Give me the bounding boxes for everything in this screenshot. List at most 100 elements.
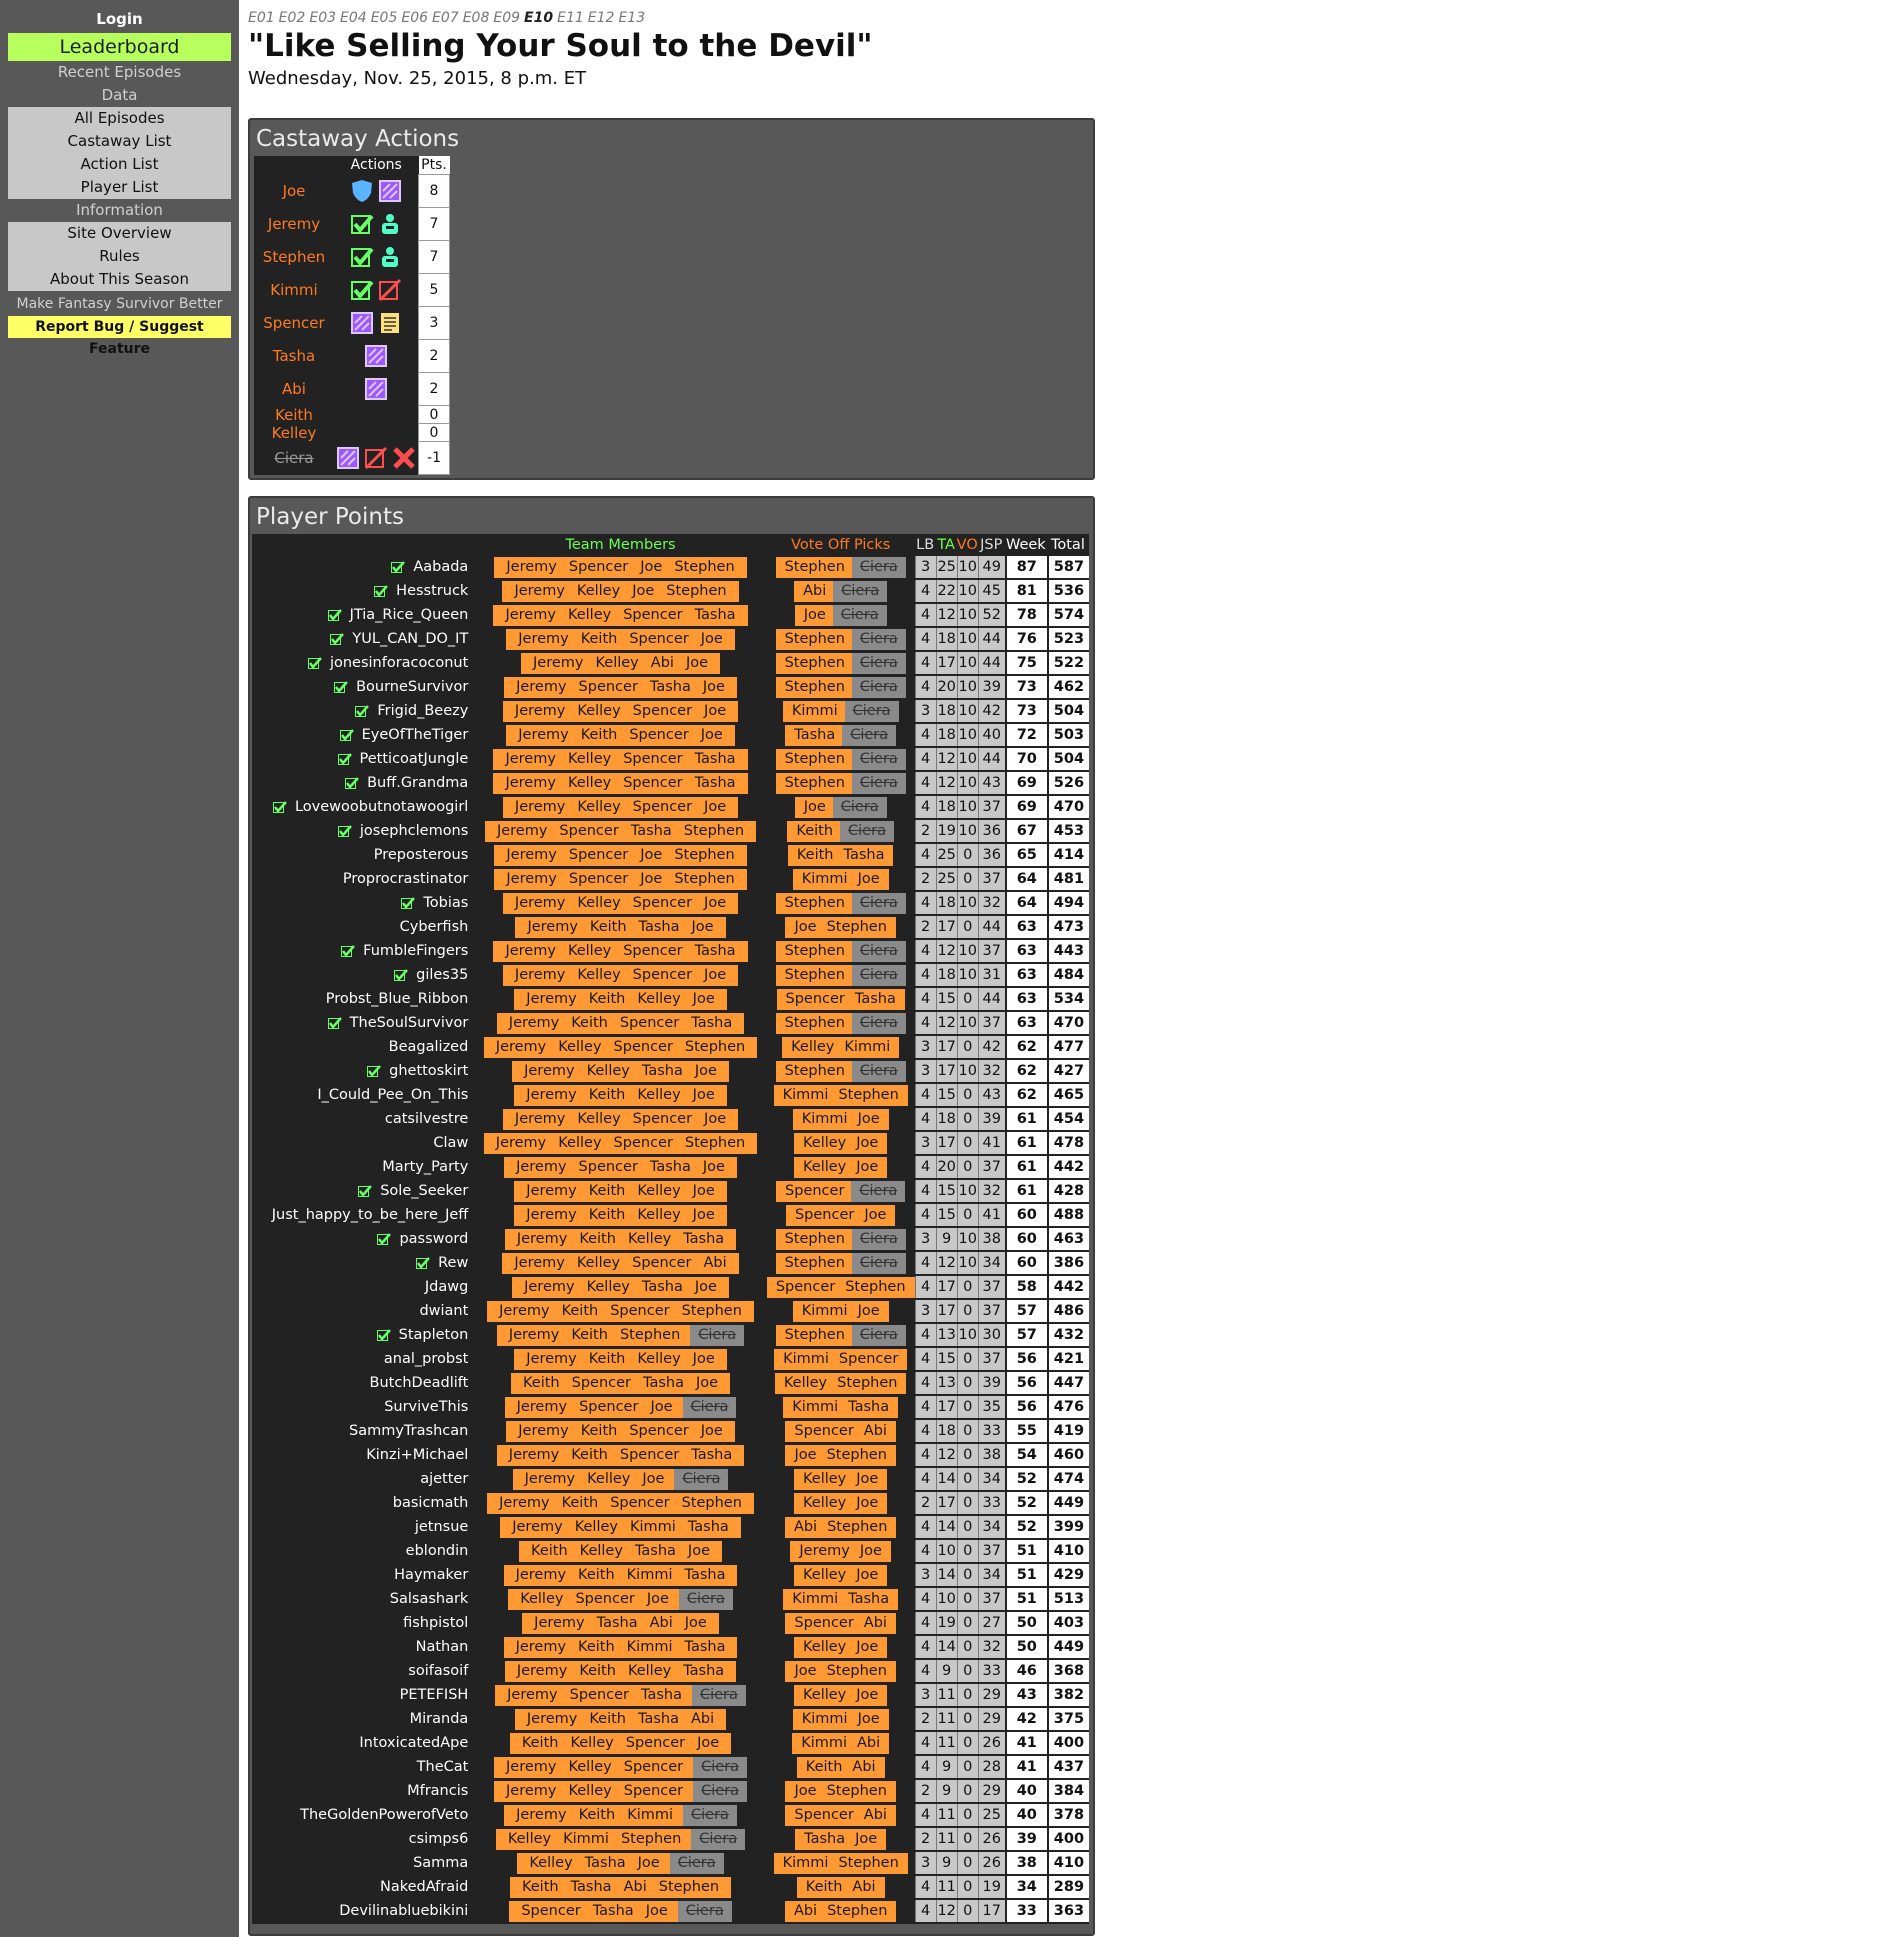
vote-off-pick[interactable]: Ciera [851,892,906,914]
player-name[interactable]: jetnsue [415,1519,469,1535]
team-member[interactable]: Kelley [587,1063,630,1079]
player-name[interactable]: Samma [413,1855,468,1871]
team-member[interactable]: Jeremy [534,1615,584,1631]
team-member[interactable]: Spencer [620,1015,679,1031]
team-member[interactable]: Tasha [683,1663,724,1679]
team-member[interactable]: Kelley [570,1735,613,1751]
player-name[interactable]: ButchDeadlift [370,1375,469,1391]
player-name[interactable]: Proprocrastinator [343,871,468,887]
castaway-name[interactable]: Tasha [254,340,334,373]
vote-off-pick[interactable]: Stephen [785,1063,845,1079]
vote-off-pick[interactable]: Abi [794,1519,817,1535]
team-member[interactable]: Spencer [559,823,618,839]
vote-off-pick[interactable]: Ciera [851,1228,906,1250]
vote-off-pick[interactable]: Tasha [794,727,835,743]
vote-off-pick[interactable]: Stephen [837,1375,897,1391]
episode-link[interactable]: E07 [432,10,459,26]
vote-off-pick[interactable]: Jeremy [799,1543,849,1559]
team-member[interactable]: Tasha [688,1519,729,1535]
team-member[interactable]: Spencer [626,1735,685,1751]
vote-off-pick[interactable]: Abi [864,1807,887,1823]
team-member[interactable]: Kelley [568,607,611,623]
team-member[interactable]: Spencer [614,1135,673,1151]
team-member[interactable]: Jeremy [515,1111,565,1127]
team-member[interactable]: Tasha [695,775,736,791]
team-member[interactable]: Joe [647,1591,669,1607]
vote-off-pick[interactable]: Ciera [851,1180,906,1202]
vote-off-pick[interactable]: Tasha [855,991,896,1007]
episode-link[interactable]: E04 [340,10,367,26]
vote-off-pick[interactable]: Stephen [838,1855,898,1871]
vote-off-pick[interactable]: Joe [856,1159,878,1175]
team-member[interactable]: Keith [589,1351,626,1367]
team-member[interactable]: Keith [578,1567,615,1583]
episode-link[interactable]: E11 [557,10,584,26]
team-member[interactable]: Jeremy [526,1351,576,1367]
vote-off-pick[interactable]: Kimmi [783,1087,829,1103]
castaway-list-link[interactable]: Castaway List [8,130,231,153]
vote-off-pick[interactable]: Kimmi [801,1735,847,1751]
team-member[interactable]: Joe [704,1111,726,1127]
player-name[interactable]: Frigid_Beezy [377,703,468,719]
player-name[interactable]: Aabada [413,559,468,575]
team-member[interactable]: Keith [590,919,627,935]
player-name[interactable]: jonesinforacoconut [330,655,468,671]
episode-link[interactable]: E01 [248,10,275,26]
team-member[interactable]: Joe [646,1903,668,1919]
team-member[interactable]: Jeremy [526,1087,576,1103]
vote-off-pick[interactable]: Kimmi [802,1711,848,1727]
recent-episodes-link[interactable]: Recent Episodes [0,61,239,84]
team-member[interactable]: Kelley [577,1111,620,1127]
team-member[interactable]: Joe [640,847,662,863]
team-member[interactable]: Jeremy [515,967,565,983]
vote-off-pick[interactable]: Joe [858,1711,880,1727]
team-member[interactable]: Jeremy [518,727,568,743]
team-member[interactable]: Joe [693,1183,715,1199]
team-member[interactable]: Tasha [684,1639,725,1655]
team-member[interactable]: Kelley [577,1255,620,1271]
player-name[interactable]: Tobias [423,895,468,911]
vote-off-pick[interactable]: Ciera [851,772,906,794]
team-member[interactable]: Jeremy [496,1135,546,1151]
player-name[interactable]: PetticoatJungle [360,751,469,767]
team-member[interactable]: Joe [703,679,725,695]
vote-off-pick[interactable]: Tasha [848,1591,889,1607]
vote-off-pick[interactable]: Kimmi [802,1111,848,1127]
team-member[interactable]: Kelley [587,1279,630,1295]
castaway-name[interactable]: Stephen [254,241,334,274]
team-member[interactable]: Tasha [691,1015,732,1031]
team-member[interactable]: Kimmi [630,1519,676,1535]
team-member[interactable]: Stephen [684,823,744,839]
vote-off-pick[interactable]: Tasha [804,1831,845,1847]
player-name[interactable]: Jdawg [425,1279,468,1295]
team-member[interactable]: Abi [691,1711,714,1727]
team-member[interactable]: Jeremy [496,1039,546,1055]
vote-off-pick[interactable]: Ciera [851,1252,906,1274]
player-name[interactable]: TheSoulSurvivor [350,1015,469,1031]
player-name[interactable]: Nathan [416,1639,469,1655]
team-member[interactable]: Spencer [614,1039,673,1055]
report-bug-link[interactable]: Report Bug / Suggest Feature [8,316,231,357]
team-member[interactable]: Abi [650,1615,673,1631]
team-member[interactable]: Jeremy [515,703,565,719]
vote-off-pick[interactable]: Joe [856,1135,878,1151]
vote-off-pick[interactable]: Stephen [785,1255,845,1271]
vote-off-pick[interactable]: Joe [856,1567,878,1583]
team-member[interactable]: Tasha [695,943,736,959]
vote-off-pick[interactable]: Joe [858,1111,880,1127]
vote-off-pick[interactable]: Ciera [844,700,899,722]
team-member[interactable]: Keith [589,1087,626,1103]
team-member[interactable]: Tasha [638,1711,679,1727]
team-member[interactable]: Spencer [579,1399,638,1415]
team-member[interactable]: Spencer [629,727,688,743]
vote-off-pick[interactable]: Kelley [803,1567,846,1583]
team-member[interactable]: Kimmi [627,1639,673,1655]
team-member[interactable]: Spencer [629,1423,688,1439]
team-member[interactable]: Keith [522,1879,559,1895]
vote-off-pick[interactable]: Kelley [784,1375,827,1391]
vote-off-pick[interactable]: Ciera [832,604,887,626]
player-name[interactable]: Marty_Party [382,1159,468,1175]
team-member[interactable]: Spencer [623,607,682,623]
team-member[interactable]: Jeremy [499,1495,549,1511]
team-member[interactable]: Keith [589,1711,626,1727]
